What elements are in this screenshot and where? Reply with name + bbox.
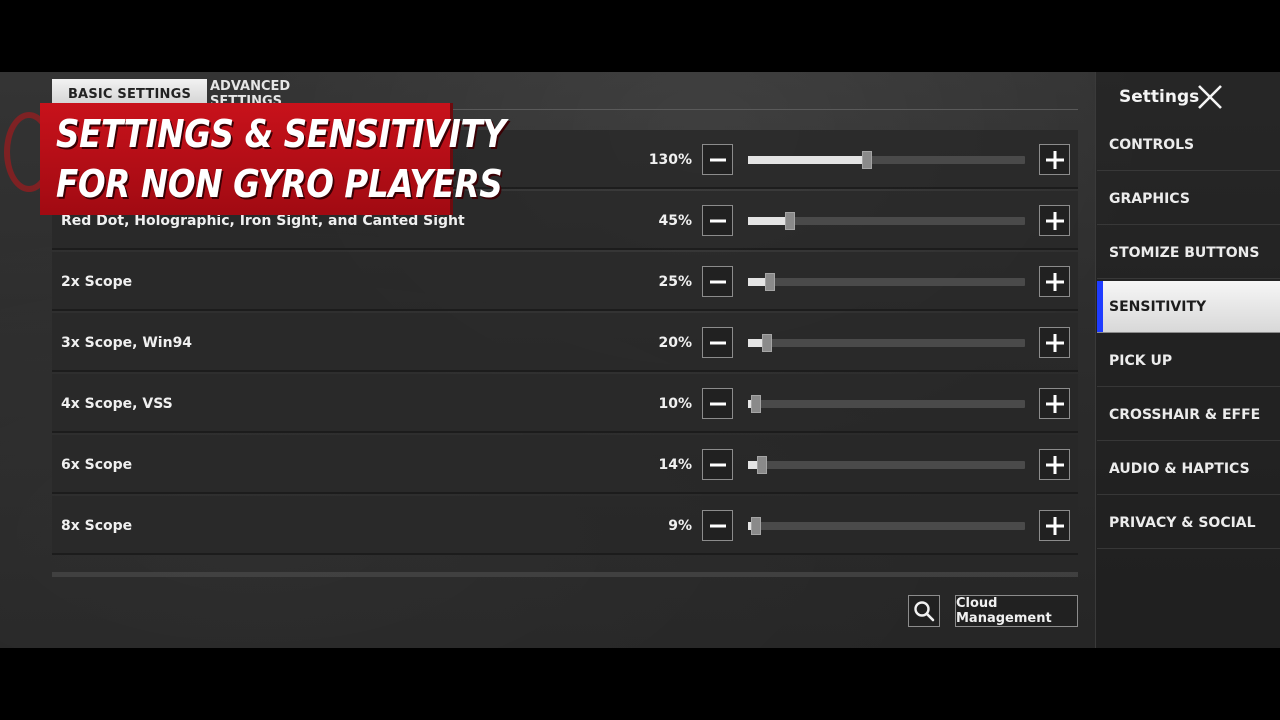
sidebar-item-audio-haptics[interactable]: AUDIO & HAPTICS [1097,443,1280,495]
title-banner: SETTINGS & SENSITIVITY FOR NON GYRO PLAY… [40,103,506,215]
sidebar-item-crosshair-effe[interactable]: CROSSHAIR & EFFE [1097,389,1280,441]
sensitivity-slider[interactable] [748,334,1025,352]
minus-icon [709,158,726,161]
slider-thumb[interactable] [862,151,872,169]
minus-icon [709,402,726,405]
row-label: 3x Scope, Win94 [61,334,193,351]
row-value: 20% [658,334,692,351]
plus-icon [1045,455,1064,474]
sensitivity-row: 2x Scope 25% [52,252,1078,311]
slider-thumb[interactable] [785,212,795,230]
cloud-management-button[interactable]: Cloud Management [955,595,1078,627]
plus-icon [1045,516,1064,535]
sidebar-item-label: STOMIZE BUTTONS [1109,244,1260,261]
sidebar-item-pick-up[interactable]: PICK UP [1097,335,1280,387]
slider-fill [748,217,790,225]
active-indicator [1097,281,1103,332]
row-label: 4x Scope, VSS [61,395,173,412]
sidebar-item-controls[interactable]: CONTROLS [1097,119,1280,171]
search-button[interactable] [908,595,940,627]
increase-button[interactable] [1039,449,1070,480]
row-label: 6x Scope [61,456,133,473]
close-button[interactable] [1193,80,1227,114]
row-label: 8x Scope [61,517,133,534]
sensitivity-row: 8x Scope 9% [52,496,1078,555]
sensitivity-slider[interactable] [748,517,1025,535]
close-icon [1198,85,1222,109]
sensitivity-slider[interactable] [748,456,1025,474]
sensitivity-row: 3x Scope, Win94 20% [52,313,1078,372]
sensitivity-row: 6x Scope 14% [52,435,1078,494]
sidebar-item-privacy-social[interactable]: PRIVACY & SOCIAL [1097,497,1280,549]
bottom-divider [52,572,1078,577]
row-value: 130% [648,151,692,168]
sensitivity-slider[interactable] [748,273,1025,291]
sidebar-item-label: CONTROLS [1109,136,1195,153]
slider-thumb[interactable] [757,456,767,474]
minus-icon [709,524,726,527]
sidebar-item-label: GRAPHICS [1109,190,1190,207]
decrease-button[interactable] [702,205,733,236]
banner-line-1: SETTINGS & SENSITIVITY [56,112,506,156]
minus-icon [709,219,726,222]
sidebar-item-label: PRIVACY & SOCIAL [1109,514,1256,531]
sidebar-item-label: CROSSHAIR & EFFE [1109,406,1261,423]
slider-thumb[interactable] [762,334,772,352]
sidebar-item-sensitivity[interactable]: SENSITIVITY [1097,281,1280,333]
row-value: 10% [658,395,692,412]
increase-button[interactable] [1039,388,1070,419]
decrease-button[interactable] [702,266,733,297]
banner-line-2: FOR NON GYRO PLAYERS [56,162,503,206]
settings-screen: BASIC SETTINGS ADVANCED SETTINGS 130% Red… [0,72,1280,648]
increase-button[interactable] [1039,205,1070,236]
sidebar-item-label: AUDIO & HAPTICS [1109,460,1250,477]
decrease-button[interactable] [702,144,733,175]
slider-thumb[interactable] [765,273,775,291]
row-value: 9% [668,517,692,534]
increase-button[interactable] [1039,327,1070,358]
row-label: 2x Scope [61,273,133,290]
sensitivity-row: 4x Scope, VSS 10% [52,374,1078,433]
letterbox-top [0,0,1280,72]
plus-icon [1045,394,1064,413]
decrease-button[interactable] [702,510,733,541]
row-value: 14% [658,456,692,473]
plus-icon [1045,150,1064,169]
slider-thumb[interactable] [751,395,761,413]
plus-icon [1045,211,1064,230]
decrease-button[interactable] [702,449,733,480]
slider-fill [748,156,867,164]
sidebar-item-label: SENSITIVITY [1109,298,1207,315]
sidebar-title: Settings [1119,87,1200,107]
sidebar-item-stomize-buttons[interactable]: STOMIZE BUTTONS [1097,227,1280,279]
minus-icon [709,341,726,344]
sensitivity-slider[interactable] [748,212,1025,230]
minus-icon [709,280,726,283]
sensitivity-slider[interactable] [748,151,1025,169]
sensitivity-slider[interactable] [748,395,1025,413]
decrease-button[interactable] [702,388,733,419]
search-icon [914,601,935,622]
increase-button[interactable] [1039,266,1070,297]
increase-button[interactable] [1039,144,1070,175]
sidebar-item-label: PICK UP [1109,352,1173,369]
row-value: 45% [658,212,692,229]
plus-icon [1045,333,1064,352]
decrease-button[interactable] [702,327,733,358]
minus-icon [709,463,726,466]
row-value: 25% [658,273,692,290]
increase-button[interactable] [1039,510,1070,541]
plus-icon [1045,272,1064,291]
letterbox-bottom [0,648,1280,720]
sidebar-item-graphics[interactable]: GRAPHICS [1097,173,1280,225]
slider-thumb[interactable] [751,517,761,535]
